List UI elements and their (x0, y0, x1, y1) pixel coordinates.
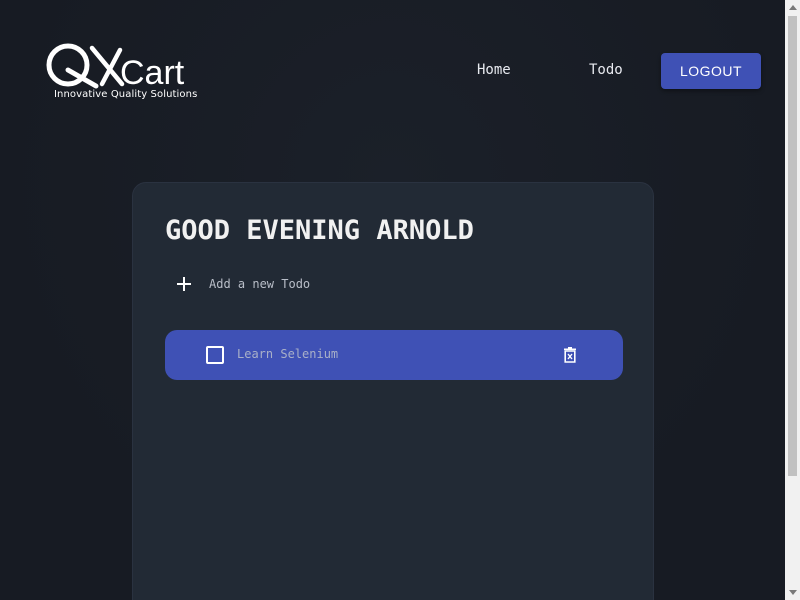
todo-item[interactable]: Learn Selenium (165, 330, 623, 380)
logo-mark-icon: Cart (46, 43, 185, 92)
page-scrollbar[interactable] (785, 0, 800, 600)
scrollbar-thumb[interactable] (788, 16, 797, 476)
logo-wordmark: Cart (120, 54, 185, 90)
nav-home-link[interactable]: Home (477, 62, 511, 78)
greeting-heading: GOOD EVENING ARNOLD (165, 215, 474, 246)
add-todo-row[interactable] (177, 273, 509, 295)
logo-tagline: Innovative Quality Solutions (54, 89, 198, 100)
nav-todo-link[interactable]: Todo (589, 62, 623, 78)
plus-icon[interactable] (177, 277, 191, 291)
add-todo-input[interactable] (209, 277, 509, 291)
scroll-down-arrow-icon[interactable] (785, 585, 800, 600)
trash-icon[interactable] (563, 347, 577, 363)
todo-item-text: Learn Selenium (237, 347, 339, 361)
todo-card: GOOD EVENING ARNOLD Learn Selenium (132, 182, 654, 600)
todo-checkbox[interactable] (206, 346, 224, 364)
scroll-up-arrow-icon[interactable] (785, 0, 800, 15)
logout-button[interactable]: LOGOUT (661, 53, 761, 89)
page-background: Cart Innovative Quality Solutions Home T… (0, 0, 785, 600)
